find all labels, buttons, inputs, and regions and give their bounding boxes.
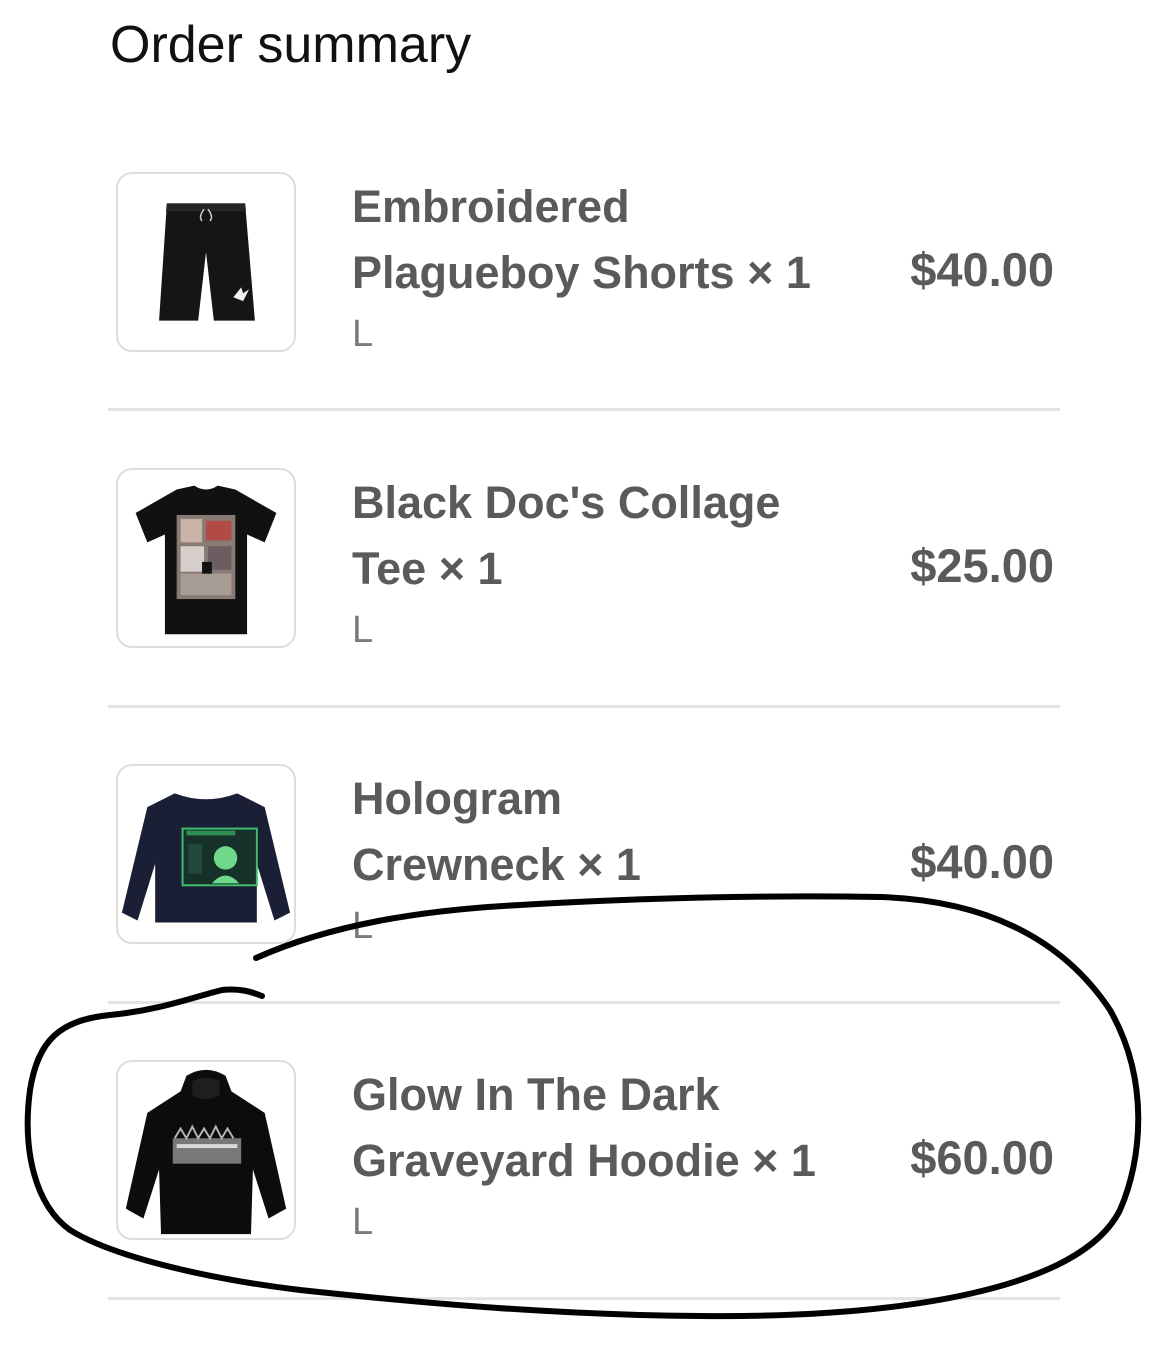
product-name-line: Tee × 1 bbox=[352, 543, 503, 594]
product-price: $40.00 bbox=[910, 835, 1054, 888]
order-summary-title: Order summary bbox=[110, 16, 472, 74]
product-name-line: Hologram bbox=[352, 773, 563, 824]
tshirt-icon bbox=[135, 485, 277, 635]
product-name: Embroidered Plagueboy Shorts × 1 bbox=[352, 174, 852, 306]
product-variant: L bbox=[352, 1201, 374, 1243]
product-name-line: Graveyard Hoodie × 1 bbox=[352, 1135, 816, 1186]
line-item[interactable]: Glow In The Dark Graveyard Hoodie × 1 L … bbox=[0, 1060, 1170, 1356]
product-thumbnail[interactable] bbox=[116, 1060, 296, 1240]
crewneck-icon bbox=[121, 793, 291, 923]
divider bbox=[108, 408, 1060, 411]
product-price: $40.00 bbox=[910, 243, 1054, 296]
product-variant: L bbox=[352, 313, 374, 355]
product-variant: L bbox=[352, 905, 374, 947]
product-name-line: Crewneck × 1 bbox=[352, 839, 641, 890]
shorts-icon bbox=[159, 203, 255, 321]
product-name-line: Plagueboy Shorts × 1 bbox=[352, 247, 811, 298]
line-item[interactable]: Embroidered Plagueboy Shorts × 1 L $40.0… bbox=[0, 172, 1170, 468]
product-thumbnail[interactable] bbox=[116, 172, 296, 352]
order-summary-page: Order summary Embroidered Plagueboy Shor… bbox=[0, 0, 1170, 1324]
product-name: Glow In The Dark Graveyard Hoodie × 1 bbox=[352, 1062, 852, 1194]
hoodie-icon bbox=[125, 1069, 287, 1235]
divider bbox=[108, 1297, 1060, 1300]
divider bbox=[108, 705, 1060, 708]
product-thumbnail[interactable] bbox=[116, 468, 296, 648]
product-variant: L bbox=[352, 609, 374, 651]
divider bbox=[108, 1001, 1060, 1004]
product-price: $25.00 bbox=[910, 539, 1054, 592]
product-name: Black Doc's Collage Tee × 1 bbox=[352, 470, 852, 602]
line-item[interactable]: Hologram Crewneck × 1 L $40.00 bbox=[0, 764, 1170, 1060]
product-thumbnail[interactable] bbox=[116, 764, 296, 944]
line-item[interactable]: Black Doc's Collage Tee × 1 L $25.00 bbox=[0, 468, 1170, 764]
product-name-line: Embroidered bbox=[352, 181, 630, 232]
product-price: $60.00 bbox=[910, 1131, 1054, 1184]
product-name-line: Black Doc's Collage bbox=[352, 477, 781, 528]
product-name: Hologram Crewneck × 1 bbox=[352, 766, 852, 898]
product-name-line: Glow In The Dark bbox=[352, 1069, 720, 1120]
